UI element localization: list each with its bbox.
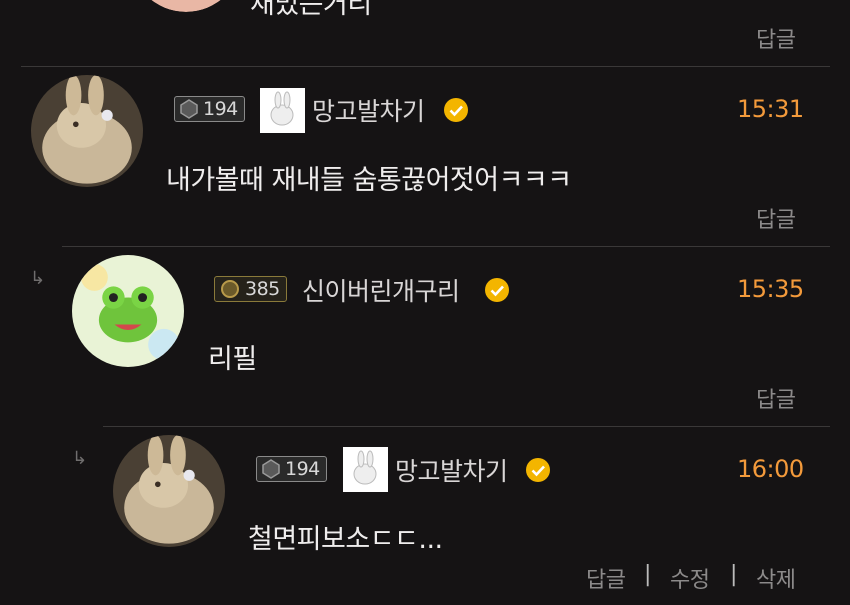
comment-time: 15:31: [737, 95, 804, 123]
delete-button[interactable]: 삭제: [756, 562, 796, 594]
username[interactable]: 망고발차기: [395, 452, 508, 488]
comment-message: 리필: [208, 344, 257, 375]
reply-button[interactable]: 답글: [756, 382, 796, 414]
comment-message: 재밌는거리: [250, 0, 372, 20]
level-badge-icon: [180, 99, 198, 119]
divider: [21, 66, 830, 67]
level-badge: 194: [174, 96, 245, 122]
verified-check-icon: [444, 98, 468, 122]
comment-message: 내가볼때 재내들 숨통끊어젓어ㅋㅋㅋ: [166, 165, 572, 196]
divider: [62, 246, 830, 247]
reply-button[interactable]: 답글: [756, 202, 796, 234]
comment-time: 16:00: [737, 455, 804, 483]
username[interactable]: 망고발차기: [312, 92, 425, 128]
level-number: 194: [285, 458, 320, 480]
user-emblem-image: [343, 447, 388, 492]
level-number: 385: [245, 278, 280, 300]
level-badge-icon: [221, 280, 239, 298]
username[interactable]: 신이버린개구리: [302, 272, 460, 308]
avatar[interactable]: [130, 0, 242, 12]
verified-check-icon: [485, 278, 509, 302]
avatar[interactable]: [72, 255, 184, 367]
verified-check-icon: [526, 458, 550, 482]
reply-arrow-icon: ↳: [30, 268, 46, 289]
avatar[interactable]: [31, 75, 143, 187]
comment-time: 15:35: [737, 275, 804, 303]
level-badge-icon: [262, 459, 280, 479]
level-number: 194: [203, 98, 238, 120]
edit-button[interactable]: 수정: [670, 562, 710, 594]
level-badge: 194: [256, 456, 327, 482]
level-badge: 385: [214, 276, 287, 302]
reply-button[interactable]: 답글: [756, 22, 796, 54]
action-separator: |: [730, 562, 738, 587]
user-emblem-image: [260, 88, 305, 133]
reply-button[interactable]: 답글: [586, 562, 626, 594]
avatar[interactable]: [113, 435, 225, 547]
comment-message: 철면피보소ㄷㄷ...: [248, 524, 443, 555]
reply-arrow-icon: ↳: [72, 448, 88, 469]
action-separator: |: [644, 562, 652, 587]
divider: [103, 426, 830, 427]
